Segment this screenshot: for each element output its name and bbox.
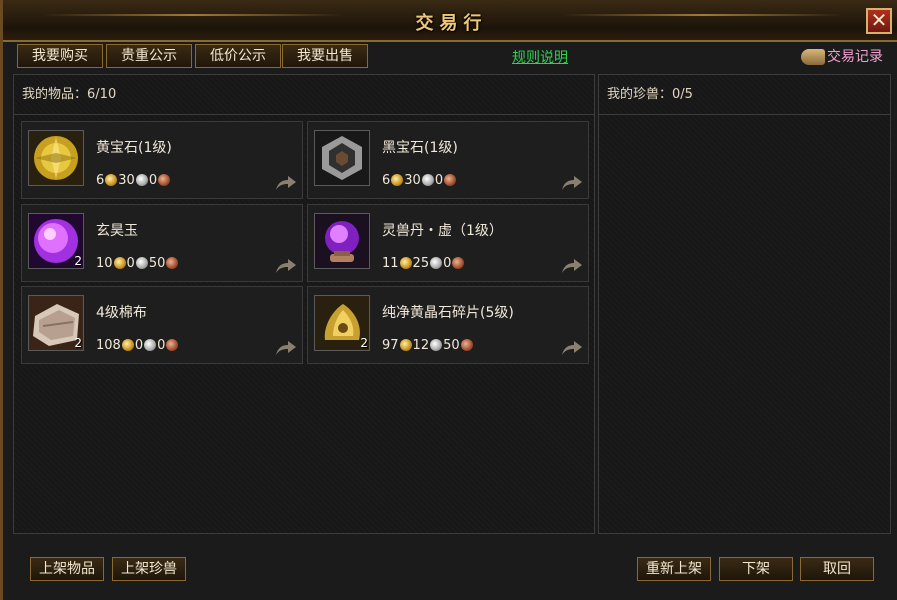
item-name: 纯净黄晶石碎片(5级) [382, 305, 514, 321]
tab-buy[interactable]: 我要购买 [17, 44, 103, 68]
item-price: 10 0 50 [96, 256, 179, 271]
price-copper: 0 [443, 256, 452, 271]
item-price: 6 30 0 [96, 173, 171, 188]
my-items-label: 我的物品： [22, 87, 88, 102]
my-pets-count: 0/5 [672, 87, 693, 102]
share-arrow-icon[interactable] [275, 257, 297, 275]
tab-lowprice-notice[interactable]: 低价公示 [195, 44, 281, 68]
item-name: 玄昊玉 [96, 223, 138, 239]
cloth-icon: 2 [28, 295, 84, 351]
share-arrow-icon[interactable] [561, 174, 583, 192]
item-slot[interactable]: 黄宝石(1级) 6 30 0 [21, 121, 303, 199]
silver-coin-icon [430, 339, 443, 351]
price-copper: 50 [148, 256, 166, 271]
price-copper: 50 [443, 338, 460, 353]
item-count: 2 [74, 336, 82, 350]
price-silver: 12 [412, 338, 430, 353]
item-count: 2 [74, 254, 82, 268]
item-price: 6 30 0 [382, 173, 457, 188]
item-price: 11 25 0 [382, 256, 465, 271]
price-silver: 30 [118, 173, 135, 188]
item-slot[interactable]: 灵兽丹・虚（1级） 11 25 0 [307, 204, 589, 282]
share-arrow-icon[interactable] [561, 257, 583, 275]
item-slot[interactable]: 黑宝石(1级) 6 30 0 [307, 121, 589, 199]
price-silver: 30 [404, 173, 421, 188]
item-count: 2 [360, 336, 368, 350]
crystal-ball-icon [314, 213, 370, 269]
yellow-gem-icon [28, 130, 84, 186]
black-gem-icon [314, 130, 370, 186]
crystal-shard-icon: 2 [314, 295, 370, 351]
item-slot[interactable]: 2 4级棉布 108 0 0 [21, 286, 303, 364]
item-price: 97 12 50 [382, 338, 474, 353]
price-copper: 0 [434, 173, 444, 188]
my-items-count: 6/10 [87, 87, 117, 102]
silver-coin-icon [430, 257, 443, 269]
trade-window: 交易行 ✕ 我要购买 贵重公示 低价公示 我要出售 规则说明 交易记录 我的物品… [0, 0, 897, 600]
cancel-button[interactable]: 取回 [800, 557, 874, 581]
window-title: 交易行 [415, 13, 488, 34]
silver-coin-icon [135, 174, 148, 186]
trade-record-label: 交易记录 [827, 49, 883, 65]
item-price: 108 0 0 [96, 338, 179, 353]
item-slot[interactable]: 2 玄昊玉 10 0 50 [21, 204, 303, 282]
price-gold: 6 [382, 173, 391, 188]
gold-coin-icon [399, 257, 412, 269]
copper-coin-icon [166, 257, 179, 269]
gold-coin-icon [113, 257, 126, 269]
gold-coin-icon [399, 339, 412, 351]
copper-coin-icon [452, 257, 465, 269]
my-items-panel: 我的物品：6/10 黄宝石(1级) 6 30 0 黑宝石(1级) 6 30 0 [13, 74, 595, 534]
item-name: 灵兽丹・虚（1级） [382, 223, 503, 239]
copper-coin-icon [444, 174, 457, 186]
price-silver: 25 [412, 256, 430, 271]
price-gold: 10 [96, 256, 113, 271]
purple-jade-icon: 2 [28, 213, 84, 269]
copper-coin-icon [460, 339, 473, 351]
share-arrow-icon[interactable] [561, 339, 583, 357]
scroll-icon [801, 49, 825, 65]
tab-sell[interactable]: 我要出售 [282, 44, 368, 68]
my-pets-label: 我的珍兽： [607, 87, 673, 102]
gold-coin-icon [391, 174, 404, 186]
copper-coin-icon [166, 339, 179, 351]
close-button[interactable]: ✕ [866, 8, 892, 34]
price-gold: 11 [382, 256, 399, 271]
price-gold: 108 [96, 338, 121, 353]
item-name: 4级棉布 [96, 305, 147, 321]
price-gold: 97 [382, 338, 399, 353]
my-items-header: 我的物品：6/10 [14, 75, 594, 115]
price-copper: 0 [148, 173, 158, 188]
item-name: 黑宝石(1级) [382, 140, 458, 156]
share-arrow-icon[interactable] [275, 174, 297, 192]
price-copper: 0 [157, 338, 166, 353]
price-silver: 0 [134, 338, 144, 353]
relist-button[interactable]: 重新上架 [637, 557, 711, 581]
gold-coin-icon [121, 339, 134, 351]
item-name: 黄宝石(1级) [96, 140, 172, 156]
my-pets-header: 我的珍兽：0/5 [599, 75, 890, 115]
item-slot[interactable]: 2 纯净黄晶石碎片(5级) 97 12 50 [307, 286, 589, 364]
rules-link[interactable]: 规则说明 [512, 47, 568, 67]
trade-record-button[interactable]: 交易记录 [801, 46, 883, 66]
tab-valuable-notice[interactable]: 贵重公示 [106, 44, 192, 68]
silver-coin-icon [421, 174, 434, 186]
delist-button[interactable]: 下架 [719, 557, 793, 581]
list-pet-button[interactable]: 上架珍兽 [112, 557, 186, 581]
title-bar[interactable]: 交易行 ✕ [3, 0, 897, 42]
gold-coin-icon [105, 174, 118, 186]
price-silver: 0 [126, 256, 135, 271]
my-pets-panel: 我的珍兽：0/5 [598, 74, 891, 534]
price-gold: 6 [96, 173, 105, 188]
copper-coin-icon [158, 174, 171, 186]
silver-coin-icon [135, 257, 148, 269]
silver-coin-icon [144, 339, 157, 351]
share-arrow-icon[interactable] [275, 339, 297, 357]
list-item-button[interactable]: 上架物品 [30, 557, 104, 581]
